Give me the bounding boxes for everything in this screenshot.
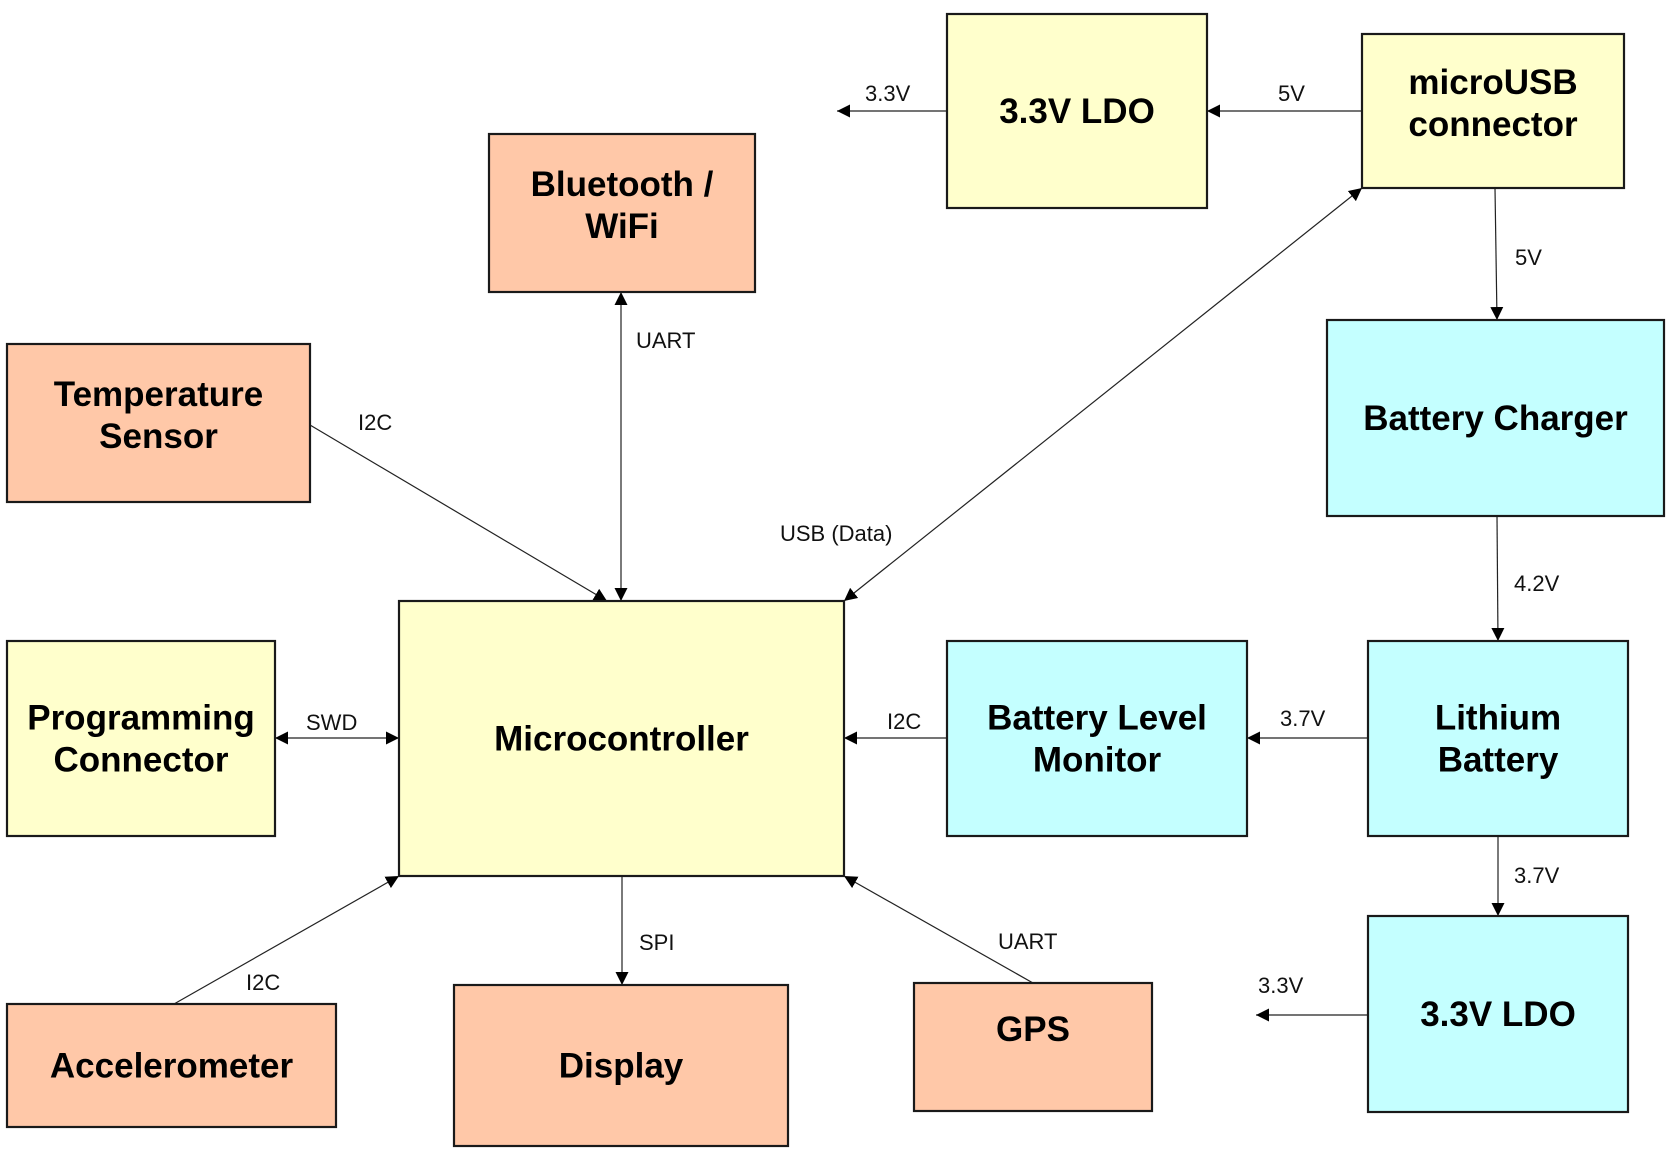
- connector-label: 5V: [1278, 81, 1305, 106]
- block-label: Battery Charger: [1363, 399, 1628, 438]
- block-bluetooth: Bluetooth /WiFi: [487, 132, 757, 294]
- block-label: Accelerometer: [50, 1047, 294, 1086]
- connector-label: UART: [998, 929, 1058, 954]
- block-blm: Battery LevelMonitor: [945, 639, 1249, 838]
- block-label: Connector: [54, 741, 229, 780]
- connector-label: I2C: [887, 709, 921, 734]
- block-rect: [1366, 639, 1630, 838]
- connector-charger-to-batt: [1491, 515, 1505, 642]
- block-label: Microcontroller: [494, 720, 749, 759]
- block-label: connector: [1408, 105, 1578, 144]
- connector-label: SPI: [639, 930, 674, 955]
- block-label: Sensor: [99, 417, 218, 456]
- connector-label: 3.7V: [1514, 863, 1560, 888]
- connector-label: 3.3V: [1258, 973, 1304, 998]
- connector-label: SWD: [306, 710, 357, 735]
- connector-label: I2C: [358, 410, 392, 435]
- block-label: microUSB: [1408, 63, 1577, 102]
- connector-label: UART: [636, 328, 696, 353]
- connector-label: 4.2V: [1514, 571, 1560, 596]
- connector-usb-data: [843, 187, 1363, 602]
- block-rect: [945, 639, 1249, 838]
- block-label: Lithium: [1435, 699, 1561, 738]
- block-label: Bluetooth /: [531, 165, 714, 204]
- block-rect: [5, 639, 277, 838]
- block-diagram: 3.3V LDO microUSBconnector Bluetooth /WiFi…: [5, 12, 1666, 1148]
- connector-label: 5V: [1515, 245, 1542, 270]
- connector-label: I2C: [246, 970, 280, 995]
- block-label: GPS: [996, 1010, 1070, 1049]
- connector-usb-to-charger: [1490, 187, 1504, 321]
- block-label: 3.3V LDO: [1420, 995, 1576, 1034]
- block-temp: TemperatureSensor: [5, 342, 312, 504]
- block-prog: ProgrammingConnector: [5, 639, 277, 838]
- block-label: Battery Level: [987, 699, 1207, 738]
- block-gps: GPS: [912, 981, 1154, 1113]
- block-label: Temperature: [54, 375, 263, 414]
- block-ldo-bottom: 3.3V LDO: [1366, 914, 1630, 1114]
- block-label: Display: [559, 1047, 684, 1086]
- block-mcu: Microcontroller: [397, 599, 846, 878]
- block-label: 3.3V LDO: [999, 92, 1155, 131]
- connector-label: 3.7V: [1280, 706, 1326, 731]
- connector-temp-i2c: [309, 424, 608, 602]
- block-display: Display: [452, 983, 790, 1148]
- connector-label: 3.3V: [865, 81, 911, 106]
- block-label: Programming: [27, 699, 255, 738]
- block-label: Monitor: [1033, 741, 1162, 780]
- connector-label: USB (Data): [780, 521, 892, 546]
- block-accel: Accelerometer: [5, 1002, 338, 1129]
- block-label: Battery: [1438, 741, 1559, 780]
- block-microusb: microUSBconnector: [1360, 32, 1626, 190]
- connector-accel-i2c: [173, 875, 400, 1005]
- block-battery: LithiumBattery: [1366, 639, 1630, 838]
- block-charger: Battery Charger: [1325, 318, 1666, 518]
- block-ldo-top: 3.3V LDO: [945, 12, 1209, 210]
- block-label: WiFi: [585, 207, 659, 246]
